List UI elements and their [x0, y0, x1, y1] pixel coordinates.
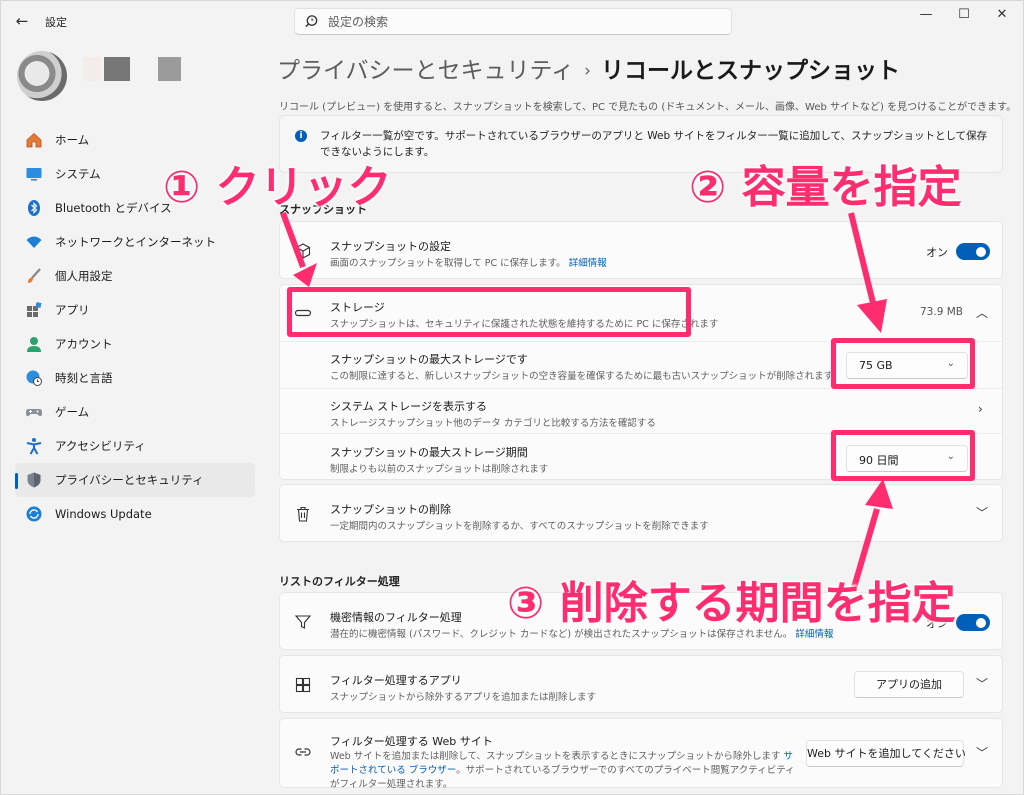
delete-snapshots-subtitle: 一定期間内のスナップショットを削除するか、すべてのスナップショットを削除できます [330, 521, 709, 532]
sidebar-item-label: ホーム [55, 133, 90, 147]
update-icon [25, 505, 43, 523]
avatar[interactable] [17, 51, 67, 101]
sidebar-item-label: アクセシビリティ [55, 439, 146, 453]
snapshot-settings-subtitle: 画面のスナップショットを取得して PC に保存します。 詳細情報 [330, 258, 607, 269]
chevron-up-icon[interactable]: ︿ [976, 304, 988, 321]
page-description: リコール (プレビュー) を使用すると、スナップショットを検索して、PC で見た… [279, 102, 1017, 113]
annotation-box-storage [287, 287, 691, 337]
user-name-redacted [104, 57, 130, 81]
brush-icon [25, 267, 43, 285]
annotation-box-max-storage [831, 338, 975, 389]
sidebar-item-apps[interactable]: アプリ [15, 293, 255, 327]
minimize-button[interactable]: — [909, 5, 943, 25]
info-icon: i [295, 130, 307, 142]
sidebar-item-gaming[interactable]: ゲーム [15, 395, 255, 429]
max-storage-subtitle: この制限に達すると、新しいスナップショットの空き容量を確保するために最も古いスナ… [330, 371, 834, 382]
app-title: 設定 [45, 16, 67, 29]
filtered-websites-subtitle: Web サイトを追加または削除して、スナップショットを表示するときにスナップショ… [330, 751, 795, 790]
annotation-step1: ① クリック [163, 162, 392, 213]
page-title: リコールとスナップショット [600, 58, 900, 84]
sidebar-item-accessibility[interactable]: アクセシビリティ [15, 429, 255, 463]
search-input[interactable] [328, 13, 718, 31]
snapshot-settings-title: スナップショットの設定 [330, 240, 451, 253]
sidebar-item-label: アカウント [55, 337, 113, 351]
globe-clock-icon [25, 369, 43, 387]
search-icon [305, 15, 318, 28]
system-storage-title: システム ストレージを表示する [330, 400, 487, 413]
sidebar-item-label: ゲーム [55, 405, 90, 419]
shield-icon [25, 471, 43, 489]
close-button[interactable]: ✕ [985, 5, 1019, 25]
learn-more-link[interactable]: 詳細情報 [569, 258, 607, 269]
wifi-icon [25, 233, 43, 251]
title-bar: ← 設定 — ☐ ✕ [1, 1, 1023, 41]
account-icon [25, 335, 43, 353]
section-title-filters: リストのフィルター処理 [279, 575, 400, 588]
trash-icon [294, 505, 312, 523]
sidebar-item-accounts[interactable]: アカウント [15, 327, 255, 361]
chevron-down-icon[interactable]: ﹀ [976, 675, 988, 692]
snapshot-toggle[interactable] [956, 243, 990, 260]
max-period-subtitle: 制限よりも以前のスナップショットは削除されます [330, 464, 549, 475]
maximize-button[interactable]: ☐ [947, 5, 981, 25]
add-app-button[interactable]: アプリの追加 [854, 671, 964, 698]
sidebar-item-personalization[interactable]: 個人用設定 [15, 259, 255, 293]
bluetooth-icon [25, 199, 43, 217]
filtered-apps-subtitle: スナップショットから除外するアプリを追加または削除します [330, 692, 597, 703]
filtered-websites-card[interactable]: フィルター処理する Web サイト Web サイトを追加または削除して、スナップ… [279, 718, 1003, 790]
sidebar-item-time-language[interactable]: 時刻と言語 [15, 361, 255, 395]
sidebar-item-label: 個人用設定 [55, 269, 113, 283]
user-name-redacted [83, 57, 101, 81]
filtered-apps-title: フィルター処理するアプリ [330, 674, 462, 687]
chevron-right-icon: › [978, 402, 983, 416]
system-storage-row[interactable]: システム ストレージを表示する ストレージスナップショット他のデータ カテゴリと… [280, 389, 1002, 433]
sidebar-item-network[interactable]: ネットワークとインターネット [15, 225, 255, 259]
breadcrumb-parent[interactable]: プライバシーとセキュリティ [277, 58, 574, 84]
search-box[interactable] [294, 8, 732, 35]
filtered-apps-card[interactable]: フィルター処理するアプリ スナップショットから除外するアプリを追加または削除しま… [279, 655, 1003, 713]
sensitive-filter-toggle[interactable] [956, 614, 990, 631]
chevron-down-icon[interactable]: ﹀ [976, 744, 988, 761]
breadcrumb: プライバシーとセキュリティ › リコールとスナップショット [277, 51, 900, 85]
back-arrow-icon[interactable]: ← [11, 10, 33, 32]
apps-icon [25, 301, 43, 319]
chevron-down-icon: ﹀ [976, 506, 989, 520]
snapshot-settings-card[interactable]: スナップショットの設定 画面のスナップショットを取得して PC に保存します。 … [279, 221, 1003, 279]
filtered-websites-title: フィルター処理する Web サイト [330, 735, 493, 748]
sidebar-item-windows-update[interactable]: Windows Update [15, 497, 255, 531]
sidebar-item-label: アプリ [55, 303, 90, 317]
sidebar-item-privacy-security[interactable]: プライバシーとセキュリティ [15, 463, 255, 497]
storage-size: 73.9 MB [920, 306, 963, 318]
sidebar-item-label: 時刻と言語 [55, 371, 113, 385]
system-icon [25, 165, 43, 183]
sidebar-item-label: プライバシーとセキュリティ [55, 473, 204, 487]
sidebar-item-label: Windows Update [55, 507, 152, 521]
home-icon [25, 131, 43, 149]
sensitive-filter-title: 機密情報のフィルター処理 [330, 611, 462, 624]
max-storage-title: スナップショットの最大ストレージです [330, 353, 528, 366]
accessibility-icon [25, 437, 43, 455]
apps-grid-icon [294, 676, 312, 694]
snapshot-cube-icon [294, 242, 312, 260]
user-email-redacted [158, 57, 181, 81]
settings-window: ← 設定 — ☐ ✕ ホーム システム Bluetooth とデバイス [0, 0, 1024, 795]
annotation-step2: ② 容量を指定 [689, 162, 962, 213]
sidebar-item-label: Bluetooth とデバイス [55, 201, 172, 215]
delete-snapshots-title: スナップショットの削除 [330, 503, 451, 516]
max-period-title: スナップショットの最大ストレージ期間 [330, 446, 528, 459]
sidebar-item-label: ネットワークとインターネット [55, 235, 216, 249]
annotation-step3: ③ 削除する期間を指定 [507, 578, 956, 629]
sidebar-item-label: システム [55, 167, 101, 181]
system-storage-subtitle: ストレージスナップショット他のデータ カテゴリと比較する方法を確認する [330, 418, 656, 429]
annotation-box-max-period [831, 430, 975, 481]
link-icon [294, 743, 312, 761]
delete-snapshots-card[interactable]: スナップショットの削除 一定期間内のスナップショットを削除するか、すべてのスナッ… [279, 484, 1003, 542]
add-website-button[interactable]: Web サイトを追加してください [806, 740, 966, 767]
gamepad-icon [25, 403, 43, 421]
breadcrumb-separator: › [584, 61, 591, 81]
filter-icon [294, 613, 312, 631]
toggle-state-label: オン [926, 246, 948, 259]
